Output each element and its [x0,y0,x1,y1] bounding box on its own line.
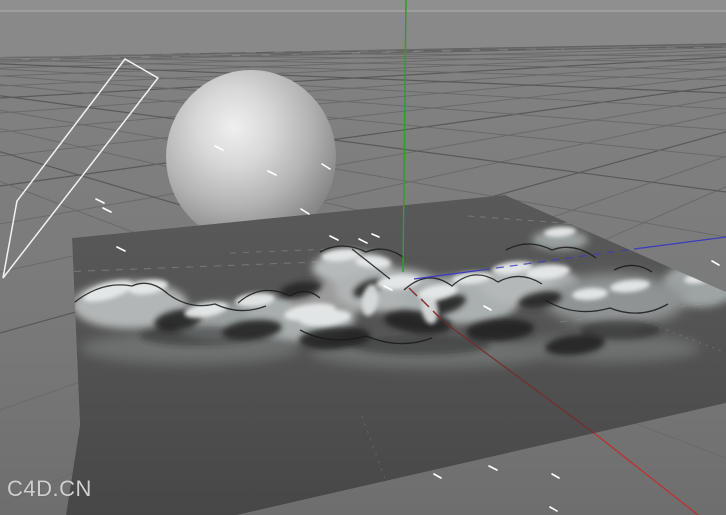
terrain-low-mound [545,274,685,326]
top-band [0,0,726,10]
watermark-text: C4D.CN [7,476,92,501]
viewport-canvas[interactable] [0,0,726,515]
c4d-viewport[interactable]: C4D.CN [0,0,726,515]
